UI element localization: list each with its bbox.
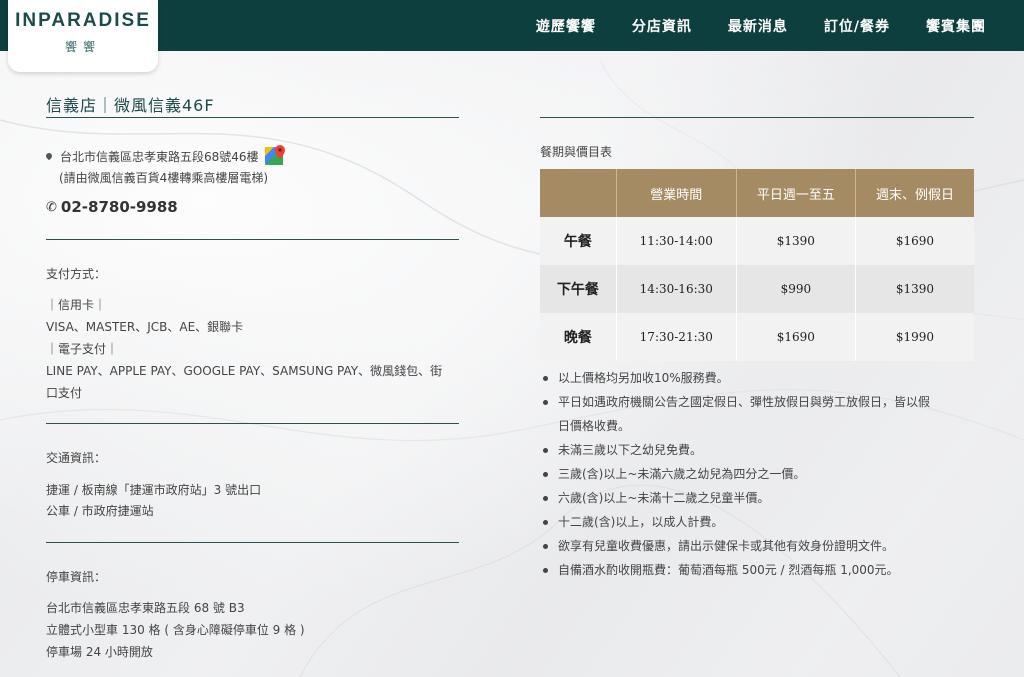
price-table: 營業時間 平日週一至五 週末、例假日 午餐 11:30-14:00 $1390 … [540,169,974,361]
list-item: 以上價格均另加收10%服務費。 [540,366,980,390]
table-cell: $1690 [736,313,856,361]
note-text: 平日如遇政府機關公告之國定假日、彈性放假日與勞工放假日，皆以假 [558,395,931,409]
address-note: (請由微風信義百貨4樓轉乘高樓層電梯) [59,171,268,185]
nav-item-booking[interactable]: 訂位/餐券 [824,16,890,36]
list-item: 平日如遇政府機關公告之國定假日、彈性放假日與勞工放假日，皆以假 日價格收費。 [540,390,980,438]
table-cell: $990 [736,265,856,313]
divider [46,542,459,543]
list-item: 十二歲(含)以上，以成人計費。 [540,510,980,534]
table-cell: $1690 [855,217,974,265]
main-nav: 遊歷饗饗 分店資訊 最新消息 訂位/餐券 饗賓集團 [500,0,986,51]
nav-item-news[interactable]: 最新消息 [728,16,788,36]
map-pin-icon [44,151,54,161]
transport-line: 捷運 / 板南線「捷運市政府站」3 號出口 [46,483,262,497]
nav-item-stores[interactable]: 分店資訊 [632,16,692,36]
list-item: 欲享有兒童收費優惠，請出示健保卡或其他有效身份證明文件。 [540,534,980,558]
store-title: 信義店｜微風信義46F [46,96,215,115]
site-logo[interactable]: INPARADISE 饗饗 [8,0,158,72]
parking-line: 停車場 24 小時開放 [46,645,153,659]
divider [540,117,974,118]
table-cell: $1990 [855,313,974,361]
parking-line: 立體式小型車 130 格 ( 含身心障礙停車位 9 格 ) [46,623,305,637]
payment-line: 口支付 [46,386,83,400]
phone-icon: ✆ [46,199,57,215]
table-row: 下午餐 14:30-16:30 $990 $1390 [540,265,974,313]
divider [46,423,459,424]
table-cell: $1390 [736,217,856,265]
price-table-header: 營業時間 平日週一至五 週末、例假日 [540,169,974,217]
table-row: 午餐 11:30-14:00 $1390 $1690 [540,217,974,265]
phone-number[interactable]: 02-8780-9988 [61,198,178,216]
table-cell: $1390 [855,265,974,313]
payment-line: LINE PAY、APPLE PAY、GOOGLE PAY、SAMSUNG PA… [46,364,443,378]
nav-item-about[interactable]: 遊歷饗饗 [536,16,596,36]
menu-title: 餐期與價目表 [540,145,613,159]
transport-label: 交通資訊： [46,451,107,465]
meal-name: 下午餐 [540,265,617,313]
table-cell: 17:30-21:30 [616,313,737,361]
google-maps-icon[interactable] [263,144,287,168]
payment-line: ｜信用卡｜ [46,298,107,312]
nav-item-group[interactable]: 饗賓集團 [926,16,986,36]
address-text: 台北市信義區忠孝東路五段68號46樓 [60,149,259,164]
table-header-cell: 週末、例假日 [855,169,974,217]
meal-name: 午餐 [540,217,617,265]
note-text: 日價格收費。 [558,419,631,433]
address-row: 台北市信義區忠孝東路五段68號46樓 [44,144,287,168]
divider [46,117,459,118]
table-header-cell: 平日週一至五 [736,169,856,217]
list-item: 自備酒水酌收開瓶費：葡萄酒每瓶 500元 / 烈酒每瓶 1,000元。 [540,558,980,582]
payment-line: VISA、MASTER、JCB、AE、銀聯卡 [46,320,244,334]
list-item: 三歲(含)以上~未滿六歲之幼兒為四分之一價。 [540,462,980,486]
table-header-cell: 營業時間 [616,169,737,217]
table-row: 晚餐 17:30-21:30 $1690 $1990 [540,313,974,361]
list-item: 未滿三歲以下之幼兒免費。 [540,438,980,462]
meal-name: 晚餐 [540,313,617,361]
table-header-cell [540,169,617,217]
logo-wordmark: INPARADISE [15,10,151,31]
table-cell: 11:30-14:00 [616,217,737,265]
pricing-notes: 以上價格均另加收10%服務費。 平日如遇政府機關公告之國定假日、彈性放假日與勞工… [540,366,980,582]
table-cell: 14:30-16:30 [616,265,737,313]
payment-label: 支付方式： [46,267,107,281]
parking-label: 停車資訊： [46,570,107,584]
logo-subtitle: 饗饗 [64,40,101,54]
parking-line: 台北市信義區忠孝東路五段 68 號 B3 [46,601,245,615]
divider [46,239,459,240]
list-item: 六歲(含)以上~未滿十二歲之兒童半價。 [540,486,980,510]
payment-line: ｜電子支付｜ [46,342,119,356]
transport-line: 公車 / 市政府捷運站 [46,504,154,518]
phone-row[interactable]: ✆ 02-8780-9988 [46,198,178,216]
